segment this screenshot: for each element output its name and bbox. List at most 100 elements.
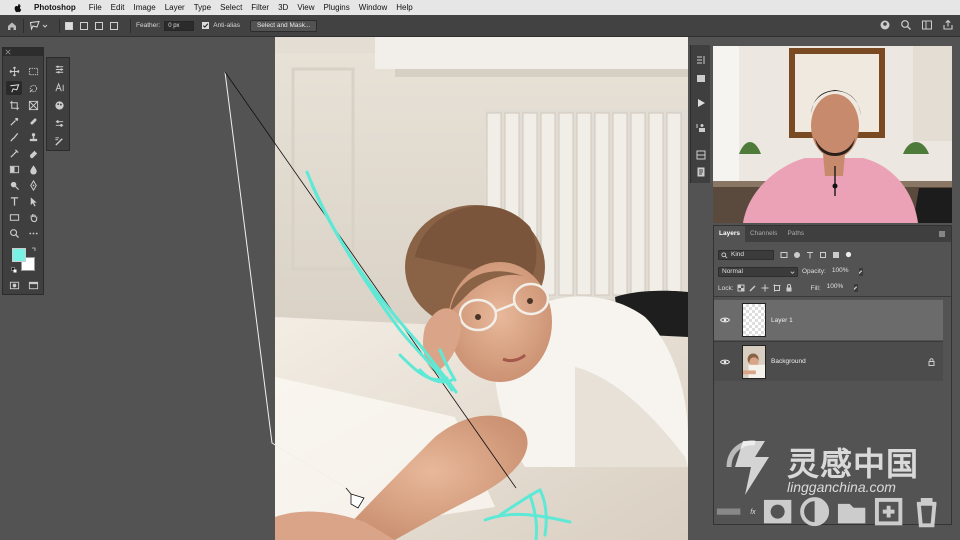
lock-transparent-pixels-icon[interactable] [737, 284, 745, 292]
libraries-icon[interactable] [694, 72, 708, 84]
lasso-tool-icon[interactable] [6, 81, 22, 95]
hand-tool-icon[interactable] [25, 210, 41, 224]
crop-tool-icon[interactable] [6, 98, 22, 112]
clone-source-icon[interactable] [694, 122, 708, 134]
menu-layer[interactable]: Layer [165, 3, 193, 12]
learn-icon[interactable] [879, 19, 891, 31]
brush-tool-icon[interactable] [6, 130, 22, 144]
rectangle-tool-icon[interactable] [6, 210, 22, 224]
menu-plugins[interactable]: Plugins [324, 3, 358, 12]
search-icon [721, 251, 728, 258]
dodge-tool-icon[interactable] [6, 178, 22, 192]
tab-layers[interactable]: Layers [714, 226, 745, 242]
properties-icon[interactable] [51, 116, 67, 130]
gradient-tool-icon[interactable] [6, 162, 22, 176]
menu-window[interactable]: Window [359, 3, 395, 12]
document-canvas[interactable] [275, 37, 688, 540]
tab-channels[interactable]: Channels [745, 226, 782, 242]
filter-pixel-icon[interactable] [780, 251, 788, 259]
tools-panel-header[interactable] [3, 48, 43, 56]
menu-help[interactable]: Help [396, 3, 420, 12]
clone-stamp-tool-icon[interactable] [25, 130, 41, 144]
menu-type[interactable]: Type [194, 3, 219, 12]
filter-adjustment-icon[interactable] [793, 251, 801, 259]
layer-style-fx-button[interactable]: fx [750, 509, 755, 516]
eraser-tool-icon[interactable] [25, 146, 41, 160]
history-icon[interactable] [694, 54, 708, 66]
healing-brush-tool-icon[interactable] [25, 114, 41, 128]
quick-mask-icon[interactable] [6, 278, 22, 292]
actions-play-icon[interactable] [694, 97, 708, 109]
notes-icon[interactable] [694, 166, 708, 178]
feather-input[interactable]: 0 px [164, 20, 195, 31]
polygonal-lasso-tool-icon[interactable] [29, 20, 41, 32]
checkmark-icon [203, 23, 209, 28]
lock-all-icon[interactable] [785, 284, 793, 292]
blend-mode-select[interactable]: Normal [718, 266, 798, 277]
fill-input[interactable]: 100% [823, 283, 854, 293]
layer-name[interactable]: Background [771, 358, 806, 365]
foreground-color-swatch[interactable] [12, 248, 26, 262]
character-icon[interactable] [51, 80, 67, 94]
move-tool-icon[interactable] [6, 64, 22, 78]
layer-name[interactable]: Layer 1 [771, 317, 793, 324]
opacity-input[interactable]: 100% [828, 266, 859, 277]
zoom-tool-icon[interactable] [6, 226, 22, 240]
adjustments-icon[interactable] [51, 62, 67, 76]
divider [23, 18, 24, 33]
filter-kind-select[interactable]: Kind [718, 249, 774, 260]
history-brush-tool-icon[interactable] [6, 146, 22, 160]
menu-3d[interactable]: 3D [278, 3, 296, 12]
frame-tool-icon[interactable] [25, 98, 41, 112]
apple-icon[interactable] [12, 3, 24, 13]
type-tool-icon[interactable] [6, 194, 22, 208]
panel-menu-icon[interactable] [938, 230, 946, 238]
menu-file[interactable]: File [89, 3, 110, 12]
eyedropper-tool-icon[interactable] [6, 114, 22, 128]
layer-row-background[interactable]: Background [714, 341, 943, 381]
lock-position-icon[interactable] [761, 284, 769, 292]
menu-edit[interactable]: Edit [111, 3, 133, 12]
mini-panel-dock [46, 57, 70, 151]
swap-colors-icon[interactable] [31, 247, 37, 253]
default-colors-icon[interactable] [11, 267, 17, 273]
screen-mode-icon[interactable] [25, 278, 41, 292]
blur-tool-icon[interactable] [25, 162, 41, 176]
menu-select[interactable]: Select [220, 3, 250, 12]
workspace-icon[interactable] [921, 19, 933, 31]
layer-thumbnail-transparent [742, 303, 766, 337]
add-to-selection-mode-icon[interactable] [80, 21, 88, 30]
visibility-eye-icon[interactable] [720, 316, 730, 324]
more-tools-icon[interactable] [25, 226, 41, 240]
swatches-icon[interactable] [51, 98, 67, 112]
tab-paths[interactable]: Paths [782, 226, 809, 242]
filter-smart-object-icon[interactable] [832, 251, 840, 259]
share-icon[interactable] [942, 19, 954, 31]
pen-tool-icon[interactable] [25, 178, 41, 192]
path-selection-tool-icon[interactable] [25, 194, 41, 208]
menu-view[interactable]: View [297, 3, 322, 12]
new-selection-mode-icon[interactable] [65, 21, 73, 30]
anti-alias-checkbox[interactable] [202, 22, 210, 29]
quick-selection-tool-icon[interactable] [25, 81, 41, 95]
intersect-selection-mode-icon[interactable] [110, 21, 118, 30]
marquee-tool-icon[interactable] [25, 64, 41, 78]
menu-image[interactable]: Image [133, 3, 163, 12]
chevron-down-icon[interactable] [42, 23, 48, 29]
menu-filter[interactable]: Filter [251, 3, 277, 12]
layer-row-layer-1[interactable]: Layer 1 [714, 300, 943, 340]
close-icon[interactable] [5, 49, 11, 55]
brushes-icon[interactable] [51, 134, 67, 148]
visibility-eye-icon[interactable] [720, 358, 730, 366]
lock-image-pixels-icon[interactable] [749, 284, 757, 292]
menu-app-name[interactable]: Photoshop [34, 3, 88, 12]
select-and-mask-button[interactable]: Select and Mask... [249, 19, 318, 32]
filter-toggle-icon[interactable] [845, 251, 852, 258]
lock-artboard-icon[interactable] [772, 284, 781, 292]
subtract-from-selection-mode-icon[interactable] [95, 21, 103, 30]
info-panel-icon[interactable] [694, 149, 708, 161]
filter-type-icon[interactable] [806, 251, 814, 259]
search-icon[interactable] [900, 19, 912, 31]
home-icon[interactable] [6, 20, 18, 32]
filter-shape-icon[interactable] [819, 251, 827, 259]
